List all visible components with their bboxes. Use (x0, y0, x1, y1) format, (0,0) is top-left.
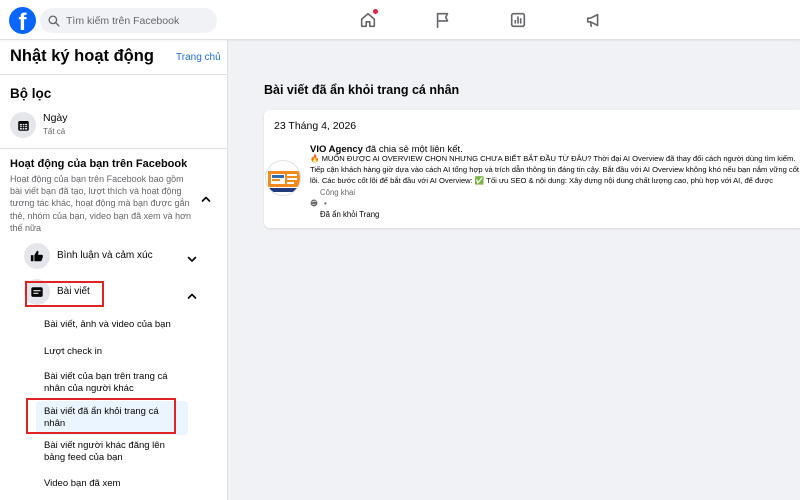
top-navigation-bar: f (0, 0, 800, 40)
activity-card: 23 Tháng 4, 2026 VIO Agency đã chia sẻ m… (264, 110, 800, 228)
activity-section-description: Hoạt động của bạn trên Facebook bao gồm … (10, 174, 192, 233)
sub-item-your-posts[interactable]: Bài viết, ảnh và video của bạn (44, 319, 184, 331)
post-meta: • (310, 198, 327, 208)
filter-heading: Bộ lọc (10, 86, 52, 101)
search-icon (48, 14, 60, 27)
hidden-status: Đã ẩn khỏi Trang (320, 210, 380, 219)
home-nav-button[interactable] (359, 8, 379, 29)
ads-nav-button[interactable] (585, 11, 603, 29)
highlight-box-posts (25, 281, 104, 307)
insights-nav-button[interactable] (509, 11, 527, 29)
highlight-box-hidden-posts (26, 398, 176, 434)
facebook-logo[interactable]: f (9, 7, 36, 34)
thumbs-up-icon (30, 250, 43, 262)
category-comments-reactions[interactable]: Bình luận và cảm xúc (24, 242, 204, 270)
card-date: 23 Tháng 4, 2026 (274, 120, 357, 132)
pages-nav-button[interactable] (434, 11, 452, 29)
home-link[interactable]: Trang chủ (176, 52, 221, 63)
calendar-icon (17, 120, 29, 131)
activity-section-title: Hoạt động của bạn trên Facebook (10, 158, 188, 170)
megaphone-icon (586, 13, 599, 28)
activity-collapse-toggle[interactable] (201, 191, 211, 202)
sub-item-others-posts-on-feed[interactable]: Bài viết người khác đăng lên bảng feed c… (44, 440, 184, 465)
chart-icon (510, 12, 526, 28)
divider (0, 74, 228, 75)
post-thumbnail[interactable] (265, 160, 301, 196)
chevron-down-icon (187, 256, 197, 262)
category-label: Bình luận và cảm xúc (57, 250, 153, 261)
meta-separator: • (324, 198, 327, 208)
date-filter-value: Tất cả (43, 127, 66, 136)
date-filter[interactable]: Ngày Tất cả (10, 112, 210, 142)
sub-item-watched-videos[interactable]: Video bạn đã xem (44, 478, 184, 490)
comments-expand-toggle[interactable] (187, 251, 197, 262)
calendar-icon-wrap (10, 112, 36, 138)
sub-item-posts-on-others-profiles[interactable]: Bài viết của bạn trên trang cá nhân của … (44, 371, 184, 396)
divider (0, 148, 228, 149)
search-input[interactable] (66, 14, 216, 27)
date-filter-label: Ngày (43, 112, 68, 124)
sub-item-check-ins[interactable]: Lượt check in (44, 346, 184, 358)
chevron-up-icon (187, 293, 197, 299)
flag-icon (436, 12, 449, 29)
like-icon-wrap (24, 243, 50, 269)
post-text: 🔥 MUỐN ĐƯỢC AI OVERVIEW CHỌN NHƯNG CHƯA … (310, 154, 800, 185)
posts-collapse-toggle[interactable] (187, 288, 197, 299)
post-thumbnail-image (266, 161, 300, 195)
post-audience: Công khai (320, 188, 356, 197)
notification-dot (372, 8, 379, 15)
activity-section[interactable]: Hoạt động của bạn trên Facebook Hoạt độn… (10, 157, 218, 234)
search-box[interactable] (40, 8, 217, 33)
globe-icon (310, 199, 318, 207)
chevron-up-icon (201, 196, 211, 202)
section-heading: Bài viết đã ẩn khỏi trang cá nhân (264, 83, 460, 97)
activity-log-sidebar: Nhật ký hoạt động Trang chủ Bộ lọc Ngày … (0, 40, 228, 500)
page-title: Nhật ký hoạt động (10, 47, 154, 65)
